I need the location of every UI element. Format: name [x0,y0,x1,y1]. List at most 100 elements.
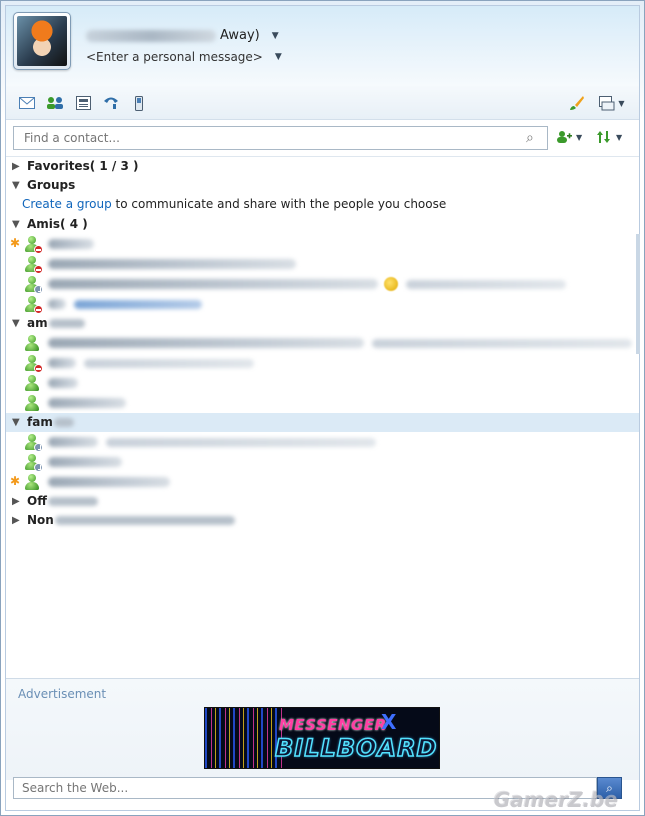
group-label: am [27,316,48,330]
buddy-away-icon [24,276,43,294]
banner-line2: BILLBOARD [274,733,438,763]
personal-message-text: <Enter a personal message> [86,50,263,64]
mobile-icon[interactable] [130,95,148,111]
watermark: GamerZ.be [493,787,618,811]
chevron-right-icon: ▶ [12,161,20,172]
buddy-busy-icon [24,355,43,373]
group-label: Amis [27,217,61,231]
banner-stripes [205,708,285,768]
list-item[interactable]: ✱ [6,234,639,254]
profile-header: Away) ▼ <Enter a personal message> ▼ [6,6,639,86]
blurred-contact-name [48,279,378,289]
messenger-billboard-banner[interactable]: MESSENGER X BILLBOARD [204,707,440,769]
chevron-down-icon: ▼ [576,132,583,142]
news-icon[interactable] [74,95,92,111]
phone-icon[interactable] [102,95,120,111]
blurred-contact-name [48,378,78,388]
blurred-display-name [86,29,216,42]
blurred-contact-name [48,239,94,249]
buddy-online-icon [24,474,40,490]
blurred-contact-name [48,358,76,368]
blurred-contact-name [48,477,170,487]
buddy-online-icon [24,395,40,411]
personal-message[interactable]: <Enter a personal message> ▼ [86,50,282,64]
contact-list: ▶ Favorites( 1 / 3 ) ▼ Groups Create a g… [6,156,639,676]
window-content: Away) ▼ <Enter a personal message> ▼ ▼ F… [5,5,640,811]
chevron-down-icon: ▼ [12,219,20,230]
list-item[interactable] [6,274,639,294]
list-item[interactable] [6,432,639,452]
group-offline[interactable]: ▶ Off [6,492,639,511]
list-item[interactable] [6,294,639,314]
avatar[interactable] [13,12,71,70]
blurred-contact-message [106,437,376,447]
advertisement-label: Advertisement [18,687,107,701]
avatar-image [17,16,67,66]
scrollbar[interactable] [636,234,640,354]
buddy-away-icon [24,454,43,472]
list-item[interactable] [6,353,639,373]
chevron-down-icon: ▼ [12,417,20,428]
list-item[interactable] [6,373,639,393]
group-count: ( 4 ) [60,217,88,231]
list-item[interactable] [6,452,639,472]
blurred-contact-link [74,299,202,309]
customize-icon[interactable] [568,95,586,111]
find-contact-input[interactable] [13,126,548,150]
toolbar: ▼ [6,86,639,120]
chevron-down-icon: ▼ [12,318,20,329]
group-fam[interactable]: ▼ fam [6,413,639,432]
display-name-status[interactable]: Away) ▼ [86,28,279,43]
buddy-away-icon [24,434,43,452]
blurred-contact-name [48,437,98,447]
group-label: Groups [27,178,76,192]
blurred-group-name [53,418,74,427]
buddy-busy-icon [24,296,43,314]
blurred-group-name [48,319,85,328]
chevron-down-icon[interactable]: ▼ [272,31,279,41]
blurred-contact-name [48,259,296,269]
buddy-busy-icon [24,236,43,254]
blurred-group-name [47,497,98,506]
group-label: Favorites [27,159,90,173]
add-contact-icon [557,131,572,143]
group-am[interactable]: ▼ am [6,314,639,333]
search-icon[interactable]: ⌕ [526,130,534,146]
groups-message: Create a group to communicate and share … [6,195,639,213]
chevron-right-icon: ▶ [12,496,20,507]
blurred-contact-name [48,338,364,348]
menu-icon[interactable]: ▼ [598,95,626,111]
buddy-busy-icon [24,256,43,274]
smiley-icon [384,277,398,291]
group-count: ( 1 / 3 ) [89,159,139,173]
messenger-window: Away) ▼ <Enter a personal message> ▼ ▼ F… [0,0,645,816]
sort-icon [597,131,610,143]
chevron-down-icon: ▼ [12,180,20,191]
buddy-online-icon [24,375,40,391]
create-group-link[interactable]: Create a group [22,197,112,211]
list-item[interactable] [6,254,639,274]
list-item[interactable] [6,393,639,413]
favorite-star-icon: ✱ [10,474,21,488]
contacts-icon[interactable] [46,95,64,111]
groups-message-text: to communicate and share with the people… [111,197,447,211]
list-item[interactable]: ✱ [6,472,639,492]
group-amis[interactable]: ▼ Amis( 4 ) [6,215,639,234]
group-non-messenger[interactable]: ▶ Non [6,511,639,530]
chevron-right-icon: ▶ [12,515,20,526]
sort-button[interactable]: ▼ [596,130,622,144]
banner-x: X [381,710,397,734]
chevron-down-icon[interactable]: ▼ [275,52,282,62]
blurred-group-name [54,516,235,525]
list-item[interactable] [6,333,639,353]
blurred-contact-name [48,457,122,467]
mail-icon[interactable] [18,95,36,111]
group-label: fam [27,415,53,429]
favorite-star-icon: ✱ [10,236,21,250]
add-contact-button[interactable]: ▼ [556,130,582,144]
group-groups[interactable]: ▼ Groups [6,176,639,195]
blurred-contact-name [48,299,66,309]
advertisement-area: Advertisement MESSENGER X BILLBOARD [6,678,639,780]
contact-search-row: ⌕ ▼ ▼ [6,120,639,160]
group-favorites[interactable]: ▶ Favorites( 1 / 3 ) [6,157,639,176]
